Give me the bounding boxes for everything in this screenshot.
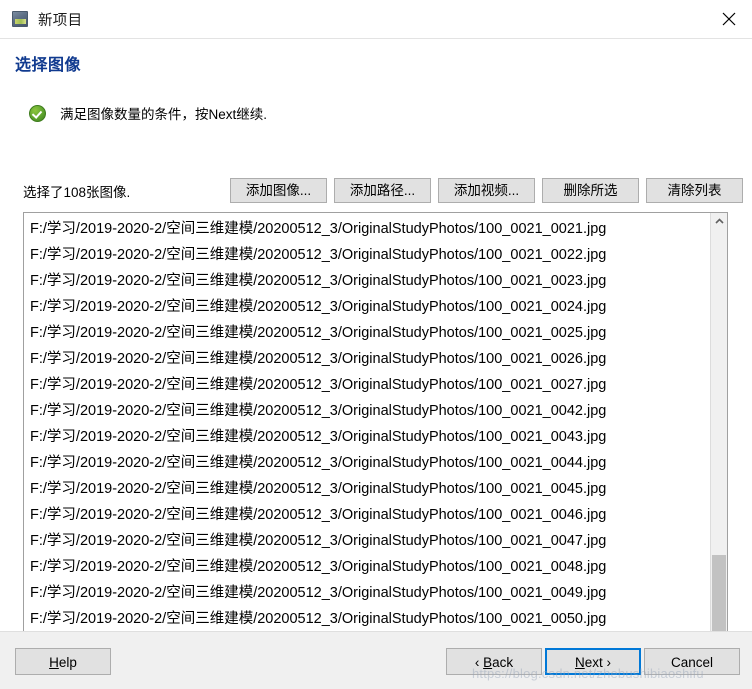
list-item[interactable]: F:/学习/2019-2020-2/空间三维建模/20200512_3/Orig… [24,476,710,502]
scroll-up-icon[interactable] [711,213,727,230]
back-prefix: ‹ [474,655,484,670]
green-check-icon [29,104,46,122]
next-button[interactable]: Next › [545,648,641,675]
selected-count-label: 选择了108张图像. [23,185,131,200]
next-rest: ext › [584,655,611,670]
page-title: 选择图像 [15,57,82,74]
close-icon[interactable] [706,0,752,38]
back-accel: B [483,655,493,670]
clear-list-button[interactable]: 清除列表 [646,178,743,203]
list-item[interactable]: F:/学习/2019-2020-2/空间三维建模/20200512_3/Orig… [24,606,710,632]
cancel-button[interactable]: Cancel [644,648,740,675]
list-item[interactable]: F:/学习/2019-2020-2/空间三维建模/20200512_3/Orig… [24,320,710,346]
vertical-scrollbar[interactable] [710,213,727,661]
help-button[interactable]: Help [15,648,111,675]
scrollbar-track[interactable] [711,230,727,644]
list-item[interactable]: F:/学习/2019-2020-2/空间三维建模/20200512_3/Orig… [24,372,710,398]
list-item[interactable]: F:/学习/2019-2020-2/空间三维建模/20200512_3/Orig… [24,346,710,372]
list-item[interactable]: F:/学习/2019-2020-2/空间三维建模/20200512_3/Orig… [24,424,710,450]
action-button-bar: 添加图像... 添加路径... 添加视频... 删除所选 清除列表 [230,178,743,203]
remove-selected-button[interactable]: 删除所选 [542,178,639,203]
scrollbar-thumb[interactable] [712,555,726,637]
list-item[interactable]: F:/学习/2019-2020-2/空间三维建模/20200512_3/Orig… [24,554,710,580]
list-item[interactable]: F:/学习/2019-2020-2/空间三维建模/20200512_3/Orig… [24,528,710,554]
add-video-button[interactable]: 添加视频... [438,178,535,203]
list-item[interactable]: F:/学习/2019-2020-2/空间三维建模/20200512_3/Orig… [24,398,710,424]
help-accel: H [49,655,59,670]
next-accel: N [574,655,585,670]
status-row: 满足图像数量的条件，按Next继续. [29,103,267,123]
list-item[interactable]: F:/学习/2019-2020-2/空间三维建模/20200512_3/Orig… [24,268,710,294]
dialog-body: 选择图像 满足图像数量的条件，按Next继续. 选择了108张图像. 添加图像.… [0,39,752,662]
list-item[interactable]: F:/学习/2019-2020-2/空间三维建模/20200512_3/Orig… [24,580,710,606]
list-item[interactable]: F:/学习/2019-2020-2/空间三维建模/20200512_3/Orig… [24,242,710,268]
list-item[interactable]: F:/学习/2019-2020-2/空间三维建模/20200512_3/Orig… [24,294,710,320]
window-title: 新项目 [38,12,83,29]
list-item[interactable]: F:/学习/2019-2020-2/空间三维建模/20200512_3/Orig… [24,502,710,528]
app-icon [12,11,28,27]
back-rest: ack [492,655,514,670]
add-images-button[interactable]: 添加图像... [230,178,327,203]
add-folder-button[interactable]: 添加路径... [334,178,431,203]
image-file-listbox[interactable]: F:/学习/2019-2020-2/空间三维建模/20200512_3/Orig… [23,212,728,662]
list-item[interactable]: F:/学习/2019-2020-2/空间三维建模/20200512_3/Orig… [24,450,710,476]
list-item[interactable]: F:/学习/2019-2020-2/空间三维建模/20200512_3/Orig… [24,216,710,242]
back-button[interactable]: ‹ Back [446,648,542,675]
status-message: 满足图像数量的条件，按Next继续. [60,107,268,122]
help-rest: elp [58,655,77,670]
file-list[interactable]: F:/学习/2019-2020-2/空间三维建模/20200512_3/Orig… [24,213,710,661]
footer-bar: Help ‹ Back Next › Cancel https://blog.c… [0,631,752,689]
title-bar: 新项目 [0,0,752,39]
